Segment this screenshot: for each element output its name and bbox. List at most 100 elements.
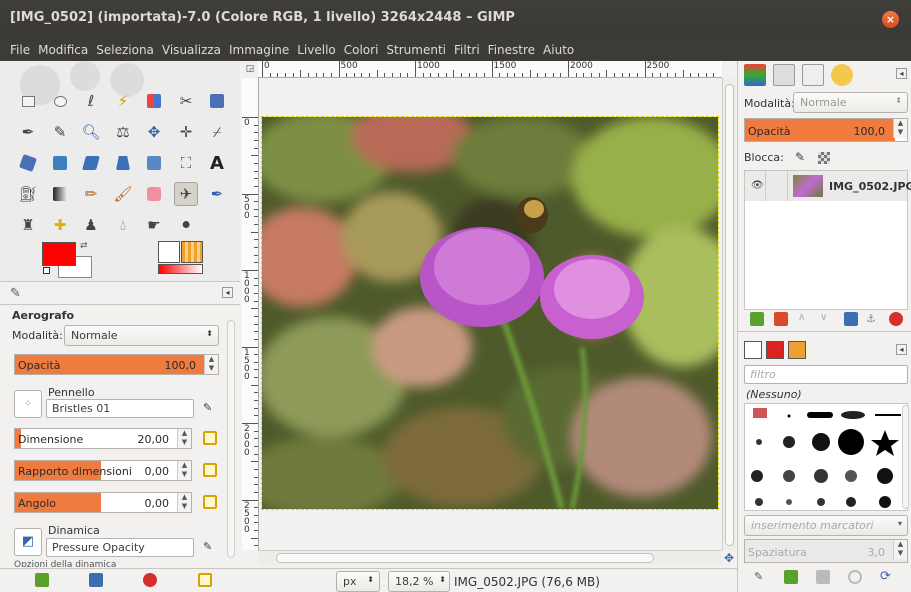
color-picker-tool-icon[interactable]: ✎	[48, 120, 72, 144]
opacity-spinbox[interactable]: Opacità 100,0 ▲ ▼	[14, 354, 219, 375]
free-select-tool-icon[interactable]: ℓ	[79, 89, 103, 113]
horizontal-ruler[interactable]: 0 500 1000 1500 2000 2500	[258, 61, 722, 78]
swap-colors-icon[interactable]: ⇄	[80, 241, 88, 251]
undo-history-tab-icon[interactable]	[831, 64, 853, 86]
menu-modifica[interactable]: Modifica	[34, 40, 92, 61]
delete-brush-icon[interactable]	[848, 570, 862, 584]
save-options-icon[interactable]	[35, 573, 49, 587]
fuzzy-select-tool-icon[interactable]: ⚡	[111, 89, 135, 113]
layer-mode-combo[interactable]: Normale ⬍	[793, 92, 908, 113]
duplicate-layer-icon[interactable]	[844, 312, 858, 326]
menu-file[interactable]: File	[6, 40, 34, 61]
brush-spacing-spinbox[interactable]: Spaziatura 3,0 ▲ ▼	[744, 539, 908, 563]
new-brush-icon[interactable]	[784, 570, 798, 584]
reset-options-icon[interactable]	[198, 573, 212, 587]
text-tool-icon[interactable]: A	[205, 151, 229, 175]
blend-tool-icon[interactable]	[48, 182, 72, 206]
spin-arrows-icon[interactable]: ▲ ▼	[177, 461, 191, 480]
zoom-combo[interactable]: 18,2 % ⬍	[388, 571, 450, 592]
menu-seleziona[interactable]: Seleziona	[92, 40, 158, 61]
foreground-select-tool-icon[interactable]	[205, 89, 229, 113]
smudge-tool-icon[interactable]: ☛	[142, 213, 166, 237]
dynamics-name-field[interactable]: Pressure Opacity	[46, 538, 194, 557]
move-tool-icon[interactable]: ✥	[142, 120, 166, 144]
spin-arrows-icon[interactable]: ▲ ▼	[177, 493, 191, 512]
rect-select-tool-icon[interactable]	[16, 89, 40, 113]
vertical-ruler[interactable]: 0 500 1000 1500 2000 2500	[242, 78, 259, 550]
lock-alpha-icon[interactable]	[818, 152, 830, 164]
menu-strumenti[interactable]: Strumenti	[382, 40, 450, 61]
bucket-fill-tool-icon[interactable]: ⛽︎	[16, 182, 40, 206]
zoom-tool-icon[interactable]: 🔍︎	[79, 120, 103, 144]
refresh-brushes-icon[interactable]: ⟳	[880, 570, 894, 584]
brush-tag-entry[interactable]: inserimento marcatori ▾	[744, 515, 908, 536]
blur-tool-icon[interactable]: 💧︎	[111, 213, 135, 237]
tool-options-scrollbar[interactable]	[227, 320, 235, 558]
ink-tool-icon[interactable]: ✒	[205, 182, 229, 206]
gradients-tab-icon[interactable]	[788, 341, 806, 359]
panel-menu-icon[interactable]: ◂	[222, 287, 233, 298]
horizontal-scroll-thumb[interactable]	[276, 553, 654, 563]
lock-pixels-icon[interactable]: ✎	[795, 150, 805, 164]
menu-filtri[interactable]: Filtri	[450, 40, 484, 61]
panel-menu-icon[interactable]: ◂	[896, 344, 907, 355]
default-colors-icon[interactable]	[43, 267, 50, 274]
pencil-tool-icon[interactable]: ✏	[79, 182, 103, 206]
rotate-tool-icon[interactable]	[16, 151, 40, 175]
unit-combo[interactable]: px ⬍	[336, 571, 380, 592]
clone-tool-icon[interactable]: ♜	[16, 213, 40, 237]
spin-arrows-icon[interactable]: ▲ ▼	[893, 540, 907, 559]
spin-arrows-icon[interactable]: ▲ ▼	[177, 429, 191, 448]
cage-transform-tool-icon[interactable]: ⛶	[174, 151, 198, 175]
new-layer-icon[interactable]	[750, 312, 764, 326]
tool-options-tab-icon[interactable]: ✎	[10, 286, 21, 301]
layer-row[interactable]: 👁︎ IMG_0502.JPG	[745, 171, 911, 201]
brushes-scrollbar[interactable]	[902, 405, 909, 509]
paths-tool-icon[interactable]: ✒	[16, 120, 40, 144]
channels-tab-icon[interactable]	[773, 64, 795, 86]
select-by-color-tool-icon[interactable]	[142, 89, 166, 113]
dodge-burn-tool-icon[interactable]: ⚫	[174, 213, 198, 237]
scissors-tool-icon[interactable]: ✂	[174, 89, 198, 113]
menu-aiuto[interactable]: Aiuto	[539, 40, 578, 61]
delete-options-icon[interactable]	[143, 573, 157, 587]
new-layer-group-icon[interactable]	[774, 312, 788, 326]
angle-spinbox[interactable]: Angolo 0,00 ▲ ▼	[14, 492, 192, 513]
dynamics-button[interactable]: ◩	[14, 528, 42, 556]
brushes-grid[interactable]	[744, 403, 908, 511]
anchor-layer-icon[interactable]: ⚓	[866, 312, 880, 326]
menu-livello[interactable]: Livello	[293, 40, 340, 61]
brush-filter-field[interactable]: filtro	[744, 365, 908, 384]
foreground-color-swatch-top[interactable]	[42, 242, 76, 266]
layers-tab-icon[interactable]	[744, 64, 766, 86]
heal-tool-icon[interactable]: ✚	[48, 213, 72, 237]
menu-visualizza[interactable]: Visualizza	[158, 40, 225, 61]
eraser-tool-icon[interactable]	[142, 182, 166, 206]
brushes-tab-icon[interactable]	[744, 341, 762, 359]
perspective-tool-icon[interactable]	[111, 151, 135, 175]
panel-menu-icon[interactable]: ◂	[896, 68, 907, 79]
duplicate-brush-icon[interactable]	[816, 570, 830, 584]
crop-tool-icon[interactable]: ⌿	[205, 120, 229, 144]
edit-brush-icon[interactable]: ✎	[754, 570, 768, 584]
dynamics-options-expander[interactable]: Opzioni della dinamica	[14, 560, 116, 567]
aspect-ratio-spinbox[interactable]: Rapporto dimensioni 0,00 ▲ ▼	[14, 460, 192, 481]
edit-brush-icon[interactable]: ✎	[203, 401, 212, 414]
paths-tab-icon[interactable]	[802, 64, 824, 86]
perspective-clone-tool-icon[interactable]: ♟	[79, 213, 103, 237]
paintbrush-tool-icon[interactable]: 🖌︎	[111, 182, 135, 206]
reset-size-icon[interactable]	[203, 431, 217, 445]
spin-arrows-icon[interactable]: ▲ ▼	[204, 355, 218, 374]
size-spinbox[interactable]: Dimensione 20,00 ▲ ▼	[14, 428, 192, 449]
patterns-tab-icon[interactable]	[766, 341, 784, 359]
measure-tool-icon[interactable]: ⚖	[111, 120, 135, 144]
navigate-icon[interactable]: ✥	[722, 551, 736, 565]
airbrush-tool-icon[interactable]: ✈︎	[174, 182, 198, 206]
brush-name-field[interactable]: Bristles 01	[46, 399, 194, 418]
brush-preview-button[interactable]: ⁘	[14, 390, 42, 418]
spin-arrows-icon[interactable]: ▲ ▼	[893, 119, 907, 138]
vertical-scrollbar[interactable]	[722, 78, 736, 550]
close-window-button[interactable]: ×	[882, 11, 899, 28]
delete-layer-icon[interactable]	[889, 312, 903, 326]
restore-options-icon[interactable]	[89, 573, 103, 587]
